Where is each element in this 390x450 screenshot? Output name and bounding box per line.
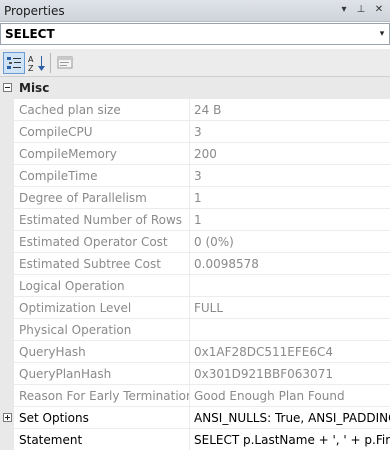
property-name: QueryPlanHash <box>19 367 112 381</box>
property-value: 24 B <box>194 103 222 117</box>
property-row-statement[interactable]: Statement SELECT p.LastName + ', ' + p.F… <box>0 429 390 450</box>
categorized-button[interactable] <box>3 52 25 74</box>
property-row[interactable]: Logical Operation <box>0 275 390 297</box>
panel-title: Properties <box>4 4 65 18</box>
alphabetical-icon: A Z <box>28 55 45 73</box>
property-name: Physical Operation <box>19 323 132 337</box>
property-row[interactable]: Cached plan size 24 B <box>0 99 390 121</box>
property-row[interactable]: CompileCPU 3 <box>0 121 390 143</box>
property-value: 3 <box>194 125 202 139</box>
property-row[interactable]: CompileMemory 200 <box>0 143 390 165</box>
property-value: 200 <box>194 147 217 161</box>
property-value: SELECT p.LastName + ', ' + p.Fir <box>194 433 390 447</box>
property-row[interactable]: QueryHash 0x1AF28DC511EFE6C4 <box>0 341 390 363</box>
property-name: Estimated Subtree Cost <box>19 257 161 271</box>
property-pages-icon <box>57 56 73 69</box>
property-value: 0x301D921BBF063071 <box>194 367 333 381</box>
property-name: CompileMemory <box>19 147 117 161</box>
property-name: Degree of Parallelism <box>19 191 147 205</box>
property-row[interactable]: QueryPlanHash 0x301D921BBF063071 <box>0 363 390 385</box>
pin-icon[interactable]: ⊥ <box>354 3 368 17</box>
property-value: Good Enough Plan Found <box>194 389 345 403</box>
property-row[interactable]: Optimization Level FULL <box>0 297 390 319</box>
properties-title-bar: Properties ▾ ⊥ ✕ <box>0 0 390 22</box>
close-icon[interactable]: ✕ <box>372 3 386 17</box>
property-name: Optimization Level <box>19 301 132 315</box>
svg-text:Z: Z <box>28 64 34 73</box>
property-name: CompileTime <box>19 169 98 183</box>
property-value: 1 <box>194 213 202 227</box>
property-value: 0 (0%) <box>194 235 234 249</box>
property-row[interactable]: Estimated Operator Cost 0 (0%) <box>0 231 390 253</box>
property-name: Estimated Number of Rows <box>19 213 183 227</box>
toolbar-separator <box>50 53 51 73</box>
property-pages-button[interactable] <box>54 52 76 74</box>
object-selector-dropdown[interactable]: SELECT ▾ <box>0 23 390 45</box>
property-row[interactable]: Estimated Number of Rows 1 <box>0 209 390 231</box>
alphabetical-button[interactable]: A Z <box>26 52 48 74</box>
chevron-down-icon[interactable]: ▾ <box>375 24 389 44</box>
property-name: QueryHash <box>19 345 86 359</box>
expand-icon[interactable] <box>3 413 12 422</box>
category-misc: Misc <box>0 77 390 99</box>
property-row[interactable]: CompileTime 3 <box>0 165 390 187</box>
property-row[interactable]: Estimated Subtree Cost 0.0098578 <box>0 253 390 275</box>
property-value: 1 <box>194 191 202 205</box>
category-label: Misc <box>19 81 50 95</box>
property-name: Statement <box>19 433 83 447</box>
property-row[interactable]: Reason For Early Termination Good Enough… <box>0 385 390 407</box>
property-value: ANSI_NULLS: True, ANSI_PADDING <box>194 411 390 425</box>
properties-toolbar: A Z <box>0 49 390 77</box>
property-row-set-options[interactable]: Set Options ANSI_NULLS: True, ANSI_PADDI… <box>0 407 390 429</box>
collapse-icon[interactable] <box>3 83 12 92</box>
property-value: 0.0098578 <box>194 257 259 271</box>
property-value: 3 <box>194 169 202 183</box>
svg-text:A: A <box>28 55 34 64</box>
property-name: Estimated Operator Cost <box>19 235 168 249</box>
property-name: Set Options <box>19 411 89 425</box>
property-name: Cached plan size <box>19 103 121 117</box>
property-name: CompileCPU <box>19 125 93 139</box>
window-position-dropdown-icon[interactable]: ▾ <box>337 3 351 17</box>
property-name: Logical Operation <box>19 279 125 293</box>
property-name: Reason For Early Termination <box>19 389 189 403</box>
property-value: 0x1AF28DC511EFE6C4 <box>194 345 333 359</box>
categorized-icon <box>7 57 21 69</box>
property-row[interactable]: Physical Operation <box>0 319 390 341</box>
property-row[interactable]: Degree of Parallelism 1 <box>0 187 390 209</box>
selected-object: SELECT <box>5 27 55 41</box>
property-grid: Misc Cached plan size 24 B CompileCPU 3 … <box>0 77 390 450</box>
property-value: FULL <box>194 301 224 315</box>
